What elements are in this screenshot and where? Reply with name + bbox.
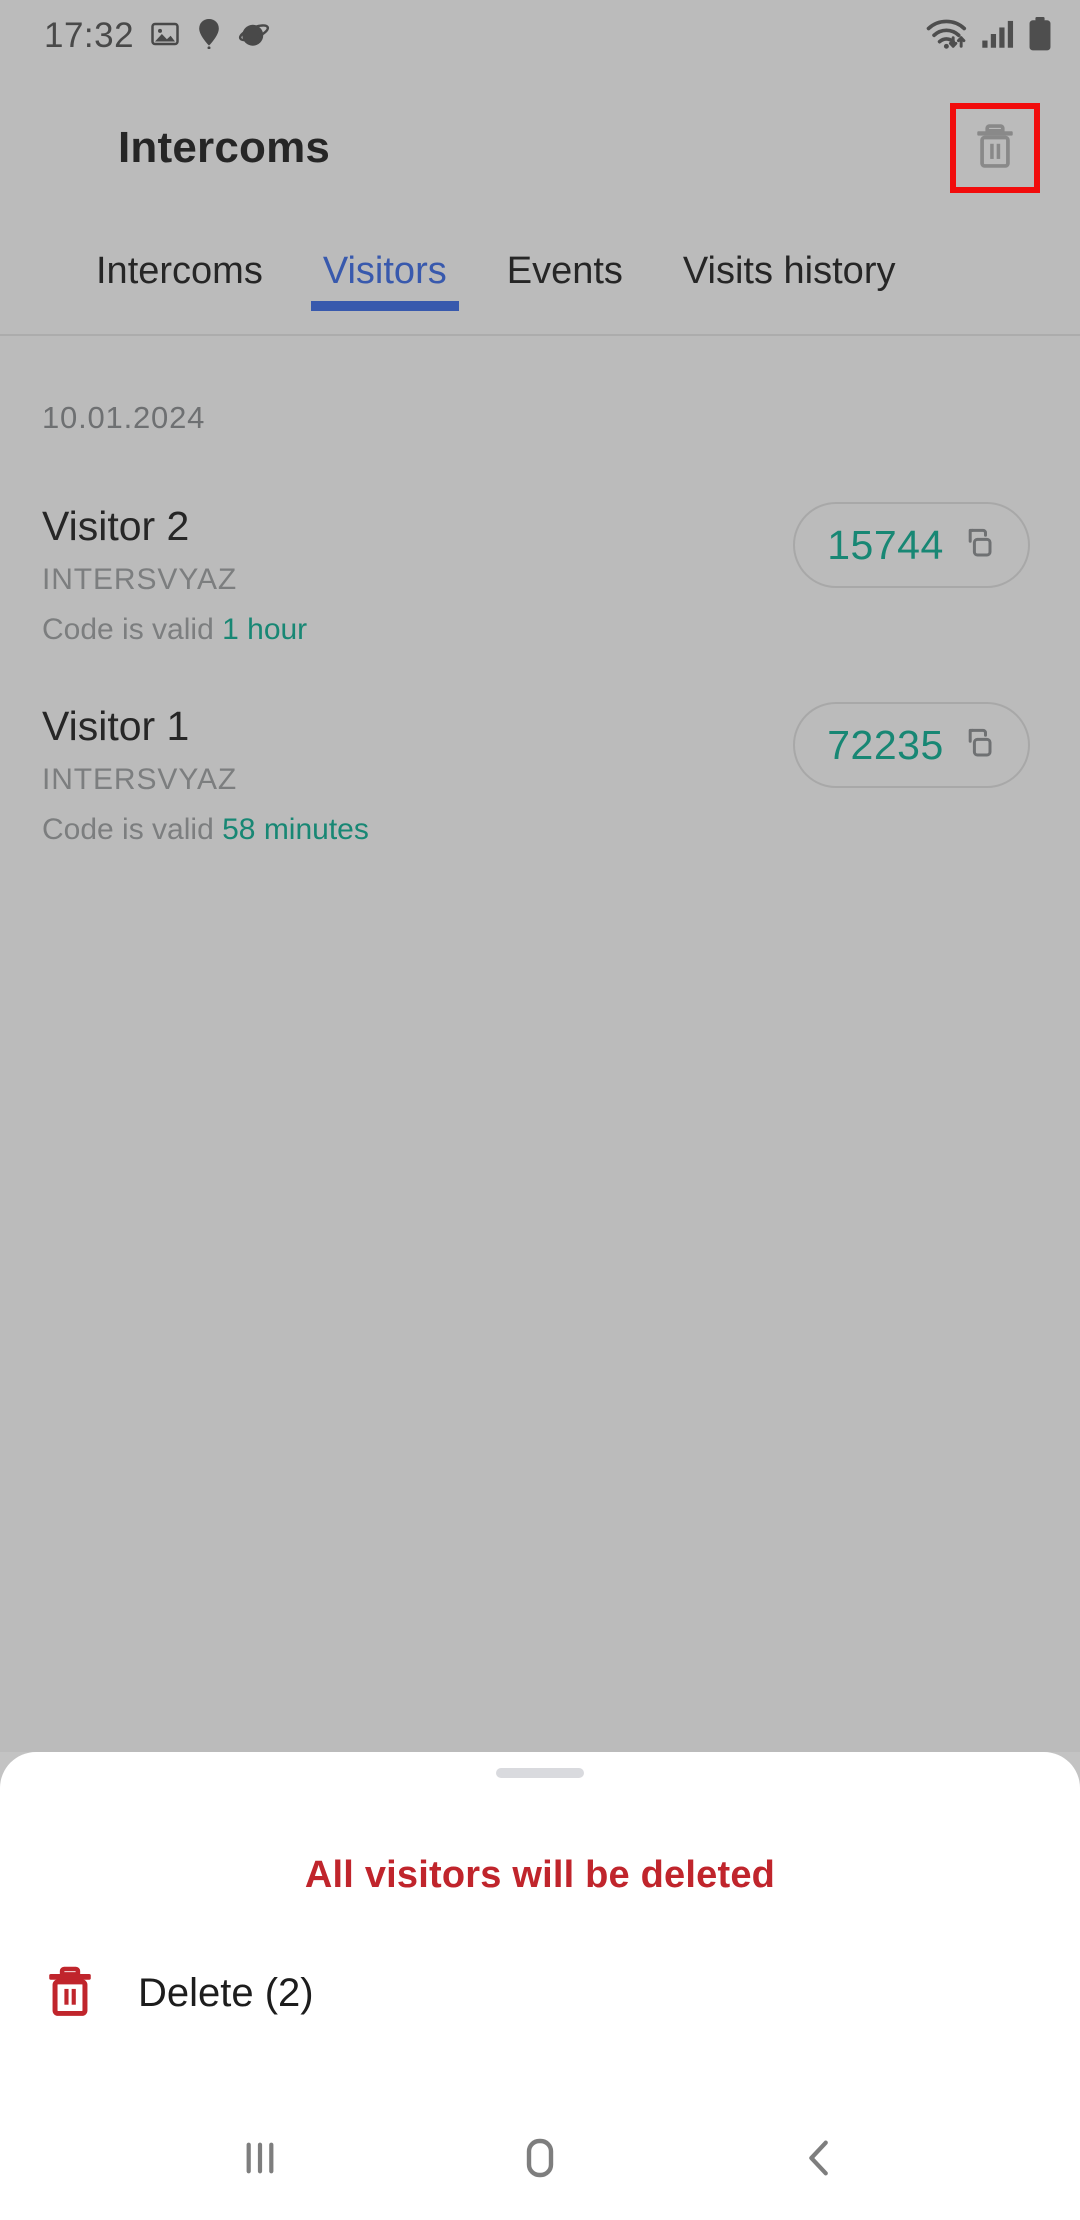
tab-label: Visits history [682,250,896,292]
confirm-delete-button[interactable]: Delete (2) [44,1964,314,2023]
tab-bar[interactable]: Intercoms Visitors Events Visits history [0,224,1080,336]
visitor-validity: Code is valid 1 hour [42,597,1030,647]
visitor-code: 15744 [827,521,944,568]
visitor-code-pill[interactable]: 15744 [793,502,1030,588]
status-bar-right [926,16,1052,56]
wifi-icon [926,18,968,55]
home-button[interactable] [480,2100,600,2220]
status-bar-clock: 17:32 [44,16,135,55]
image-icon [150,19,180,54]
list-item[interactable]: Visitor 2 INTERSVYAZ Code is valid 1 hou… [0,480,1080,680]
list-item[interactable]: Visitor 1 INTERSVYAZ Code is valid 58 mi… [0,680,1080,880]
tab-label: Intercoms [96,250,263,292]
status-bar-left: 17:32 [44,16,270,56]
sheet-drag-handle[interactable] [496,1768,584,1778]
home-icon [516,2134,564,2187]
android-navigation-bar [0,2100,1080,2220]
validity-label: Code is valid [42,613,214,646]
copy-icon[interactable] [960,725,996,766]
app-bar: Intercoms [0,72,1080,224]
confirm-delete-label: Delete (2) [138,1971,314,2015]
validity-time: 1 hour [222,613,308,646]
visitor-list: Visitor 2 INTERSVYAZ Code is valid 1 hou… [0,480,1080,880]
delete-warning-text: All visitors will be deleted [304,1854,776,1896]
planet-icon [238,19,270,54]
visitor-code: 72235 [827,721,944,768]
tab-label: Events [506,250,623,292]
tab-underline [310,301,459,311]
tab-intercoms[interactable]: Intercoms [96,224,263,293]
copy-icon[interactable] [960,525,996,566]
cellular-signal-icon [981,19,1015,54]
recents-icon [237,2135,283,2186]
back-icon [797,2135,843,2186]
recents-button[interactable] [200,2100,320,2220]
battery-icon [1028,16,1052,56]
tab-visits-history[interactable]: Visits history [683,224,896,293]
page-title: Intercoms [118,123,331,172]
tab-visitors[interactable]: Visitors [310,224,459,311]
trash-icon [972,122,1018,175]
location-pin-icon [196,18,222,54]
visitor-code-pill[interactable]: 72235 [793,702,1030,788]
tab-label: Visitors [322,250,447,292]
validity-time: 58 minutes [222,813,369,846]
visitor-validity: Code is valid 58 minutes [42,797,1030,847]
status-bar: 17:32 [0,0,1080,72]
validity-label: Code is valid [42,813,214,846]
tab-events[interactable]: Events [507,224,623,293]
trash-icon [44,1964,96,2023]
delete-all-button[interactable] [950,103,1040,193]
back-button[interactable] [760,2100,880,2220]
date-header: 10.01.2024 [42,400,206,435]
